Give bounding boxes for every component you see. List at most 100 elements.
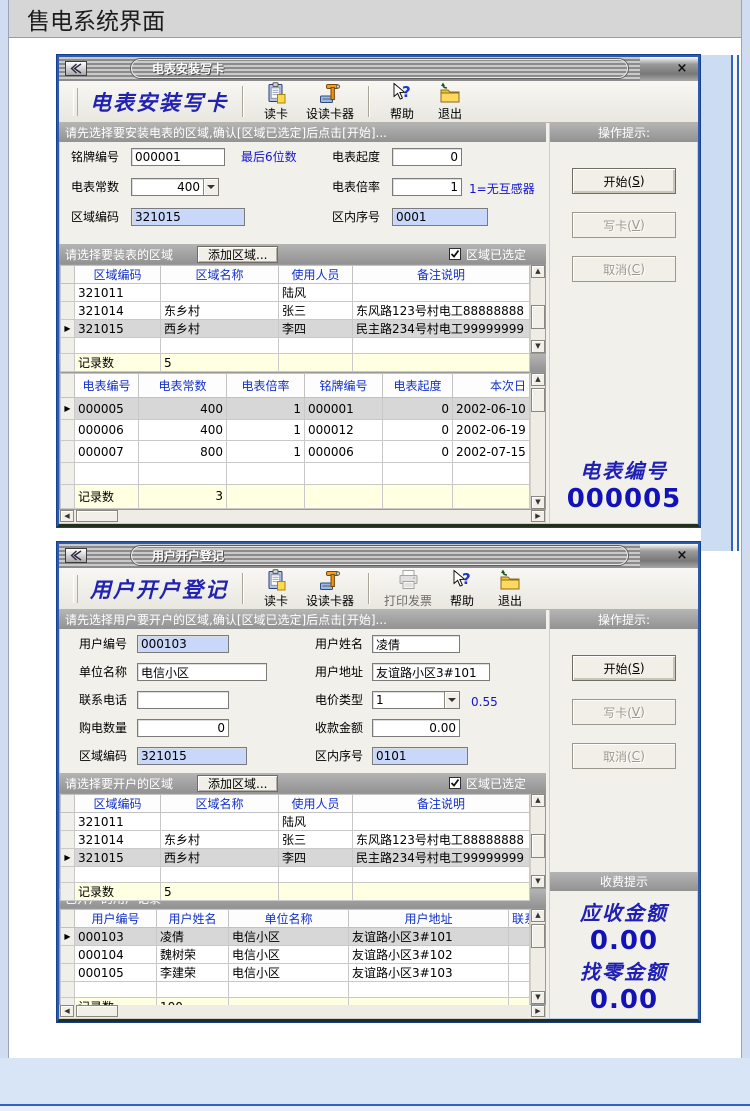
scrollbar-thumb[interactable]	[76, 510, 118, 522]
scrollbar-thumb[interactable]	[531, 305, 545, 329]
cancel-button[interactable]: 取消(C)	[572, 743, 676, 769]
system-menu-icon[interactable]	[65, 548, 87, 563]
price-note: 0.55	[471, 693, 498, 711]
add-region-button[interactable]: 添加区域...	[197, 246, 278, 263]
scroll-up-icon[interactable]: ▲	[531, 265, 545, 278]
table-row[interactable]: 000006 400 1 000012 0 2002-06-19	[61, 419, 530, 441]
horizontal-scrollbar[interactable]: ◀ ▶	[59, 510, 546, 524]
user-grid: 用户编号 用户姓名 单位名称 用户地址 联系 ▶ 000103凌倩 电信小区友谊…	[59, 908, 546, 1005]
system-menu-icon[interactable]	[65, 61, 87, 76]
scrollbar-thumb[interactable]	[531, 834, 545, 858]
checkbox-checked-icon[interactable]	[449, 248, 461, 260]
meter-const-select[interactable]: 400	[131, 178, 219, 196]
help-button[interactable]: ? 帮助	[444, 569, 480, 609]
unit-name-input[interactable]	[137, 663, 267, 681]
exit-button[interactable]: 退出	[492, 569, 528, 609]
scrollbar-thumb[interactable]	[76, 1005, 118, 1017]
chevron-down-icon[interactable]	[444, 692, 459, 708]
scrollbar-thumb[interactable]	[531, 388, 545, 412]
help-button[interactable]: ? 帮助	[384, 82, 420, 122]
vertical-scrollbar[interactable]: ▲ ▼	[530, 373, 545, 509]
horizontal-scrollbar[interactable]: ◀ ▶	[59, 1005, 546, 1019]
table-row-selected[interactable]: ▶ 321015西乡村 李四民主路234号村电工99999999	[61, 320, 530, 338]
scroll-down-icon[interactable]: ▼	[531, 496, 545, 509]
add-region-button[interactable]: 添加区域...	[197, 775, 278, 792]
page-header: 售电系统界面	[8, 0, 742, 38]
scroll-up-icon[interactable]: ▲	[531, 794, 545, 807]
print-invoice-label: 打印发票	[384, 594, 432, 608]
close-icon[interactable]: ×	[672, 59, 692, 78]
desktop-strip	[701, 55, 731, 551]
row-marker-icon: ▶	[61, 928, 75, 946]
region-confirmed-checkbox[interactable]: 区域已选定	[449, 246, 526, 263]
write-card-button[interactable]: 写卡(V)	[572, 699, 676, 725]
table-row[interactable]: 321014东乡村 张三东风路123号村电工88888888	[61, 831, 530, 849]
table-row[interactable]: 000105李建荣 电信小区友谊路小区3#103	[61, 964, 530, 982]
scroll-down-icon[interactable]: ▼	[531, 340, 545, 353]
ops-strip: 操作提示:	[550, 123, 698, 142]
scrollbar-thumb[interactable]	[531, 924, 545, 948]
checkbox-checked-icon[interactable]	[449, 777, 461, 789]
scroll-up-icon[interactable]: ▲	[531, 373, 545, 386]
parent-frame-edge	[731, 55, 739, 551]
set-reader-button[interactable]: 设读卡器	[306, 82, 354, 122]
meter-start-label: 电表起度	[332, 148, 380, 166]
meter-ratio-note: 1=无互感器	[469, 180, 535, 198]
amount-input[interactable]	[372, 719, 460, 737]
write-card-button[interactable]: 写卡(V)	[572, 212, 676, 238]
scroll-left-icon[interactable]: ◀	[60, 1005, 74, 1017]
row-marker-icon: ▶	[61, 320, 75, 338]
close-icon[interactable]: ×	[672, 546, 692, 565]
row-marker-icon: ▶	[61, 398, 75, 420]
read-card-button[interactable]: 读卡	[258, 569, 294, 609]
unit-name-label: 单位名称	[79, 663, 127, 681]
table-row[interactable]: 321014东乡村 张三东风路123号村电工88888888	[61, 302, 530, 320]
vertical-scrollbar[interactable]: ▲ ▼	[530, 909, 545, 1004]
scroll-up-icon[interactable]: ▲	[531, 909, 545, 922]
scroll-down-icon[interactable]: ▼	[531, 991, 545, 1004]
table-row-selected[interactable]: ▶ 321015西乡村 李四民主路234号村电工99999999	[61, 849, 530, 867]
table-row[interactable]: 000007 800 1 000006 0 2002-07-15	[61, 441, 530, 463]
cancel-button[interactable]: 取消(C)	[572, 256, 676, 282]
start-button[interactable]: 开始(S)	[572, 655, 676, 681]
exit-label: 退出	[498, 594, 522, 608]
user-addr-input[interactable]	[372, 663, 490, 681]
user-name-input[interactable]	[372, 635, 460, 653]
titlebar[interactable]: 电表安装写卡 ×	[59, 57, 698, 81]
meter-start-input[interactable]	[392, 148, 462, 166]
table-row[interactable]: 321011 陆风	[61, 813, 530, 831]
table-row-selected[interactable]: ▶ 000103凌倩 电信小区友谊路小区3#101	[61, 928, 530, 946]
scroll-left-icon[interactable]: ◀	[60, 510, 74, 522]
qty-input[interactable]	[137, 719, 229, 737]
titlebar[interactable]: 用户开户登记 ×	[59, 544, 698, 568]
set-reader-button[interactable]: 设读卡器	[306, 569, 354, 609]
table-row[interactable]: 000104魏树荣 电信小区友谊路小区3#102	[61, 946, 530, 964]
chevron-down-icon[interactable]	[203, 179, 218, 195]
vertical-scrollbar[interactable]: ▲ ▼	[530, 794, 545, 888]
tool-icon	[319, 569, 341, 594]
start-button[interactable]: 开始(S)	[572, 168, 676, 194]
page-title: 售电系统界面	[27, 2, 165, 36]
seq-no-field	[392, 208, 488, 226]
table-row[interactable]: 321011 陆风	[61, 284, 530, 302]
scroll-right-icon[interactable]: ▶	[531, 510, 545, 522]
region-confirmed-checkbox[interactable]: 区域已选定	[449, 775, 526, 792]
user-addr-label: 用户地址	[315, 663, 363, 681]
phone-input[interactable]	[137, 691, 229, 709]
price-type-select[interactable]: 1	[372, 691, 460, 709]
exit-button[interactable]: 退出	[432, 82, 468, 122]
print-invoice-button[interactable]: 打印发票	[384, 569, 432, 609]
read-card-button[interactable]: 读卡	[258, 82, 294, 122]
meter-ratio-input[interactable]	[392, 178, 462, 196]
help-label: 帮助	[390, 107, 414, 121]
plate-no-input[interactable]	[131, 148, 225, 166]
vertical-scrollbar[interactable]: ▲ ▼	[530, 265, 545, 353]
table-row-selected[interactable]: ▶ 000005 400 1 000001 0 2002-06-10	[61, 398, 530, 420]
region-code-label: 区域编码	[71, 208, 119, 226]
meter-ratio-label: 电表倍率	[332, 178, 380, 196]
scroll-down-icon[interactable]: ▼	[531, 875, 545, 888]
scroll-right-icon[interactable]: ▶	[531, 1005, 545, 1017]
seq-no-field	[372, 747, 468, 765]
ops-strip: 操作提示:	[550, 610, 698, 629]
help-icon: ?	[391, 82, 413, 107]
